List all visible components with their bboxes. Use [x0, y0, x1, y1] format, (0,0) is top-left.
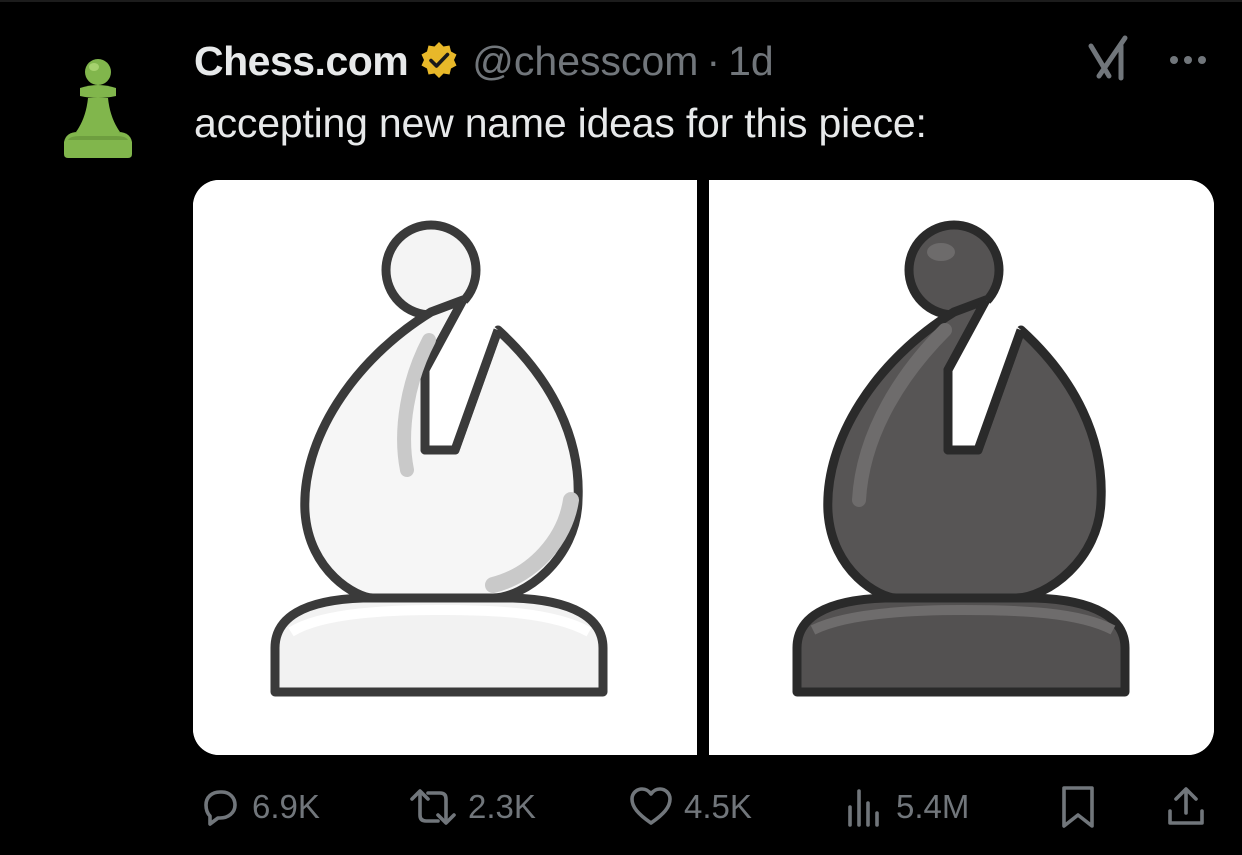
top-divider	[0, 0, 1242, 2]
green-pawn-icon	[64, 59, 132, 158]
author-name[interactable]: Chess.com	[194, 38, 409, 85]
media-divider	[697, 180, 709, 755]
share-icon	[1168, 787, 1204, 825]
black-bishop-image	[792, 220, 1130, 697]
tweet-text: accepting new name ideas for this piece:	[194, 100, 927, 146]
verified-badge-icon[interactable]	[418, 40, 460, 82]
more-options-icon[interactable]	[1162, 34, 1214, 86]
share-button[interactable]	[1164, 775, 1208, 839]
like-count: 4.5K	[684, 788, 752, 825]
separator-dot: ·	[706, 37, 721, 84]
media-right-panel[interactable]	[709, 180, 1214, 755]
white-bishop-image	[270, 220, 608, 697]
like-button[interactable]: 4.5K	[628, 775, 752, 839]
reply-icon	[204, 790, 237, 826]
reply-button[interactable]: 6.9K	[198, 775, 320, 839]
retweet-button[interactable]: 2.3K	[408, 775, 536, 839]
retweet-count: 2.3K	[468, 788, 536, 825]
grok-icon[interactable]	[1085, 32, 1137, 84]
tweet-header: Chess.com @chesscom · 1d	[194, 36, 774, 86]
timestamp[interactable]: 1d	[728, 38, 774, 85]
action-bar: 6.9K 2.3K 4.5K 5.4M	[190, 775, 1220, 839]
avatar[interactable]	[58, 56, 138, 166]
media-left-panel[interactable]	[193, 180, 697, 755]
bookmark-button[interactable]	[1056, 775, 1100, 839]
heart-icon	[630, 787, 672, 825]
tweet-media[interactable]	[193, 180, 1214, 755]
reply-count: 6.9K	[252, 788, 320, 825]
author-handle[interactable]: @chesscom	[472, 38, 698, 85]
bookmark-icon	[1062, 786, 1094, 828]
views-count: 5.4M	[896, 788, 970, 825]
views-button[interactable]: 5.4M	[842, 775, 969, 839]
views-icon	[848, 789, 879, 827]
retweet-icon	[410, 789, 456, 825]
